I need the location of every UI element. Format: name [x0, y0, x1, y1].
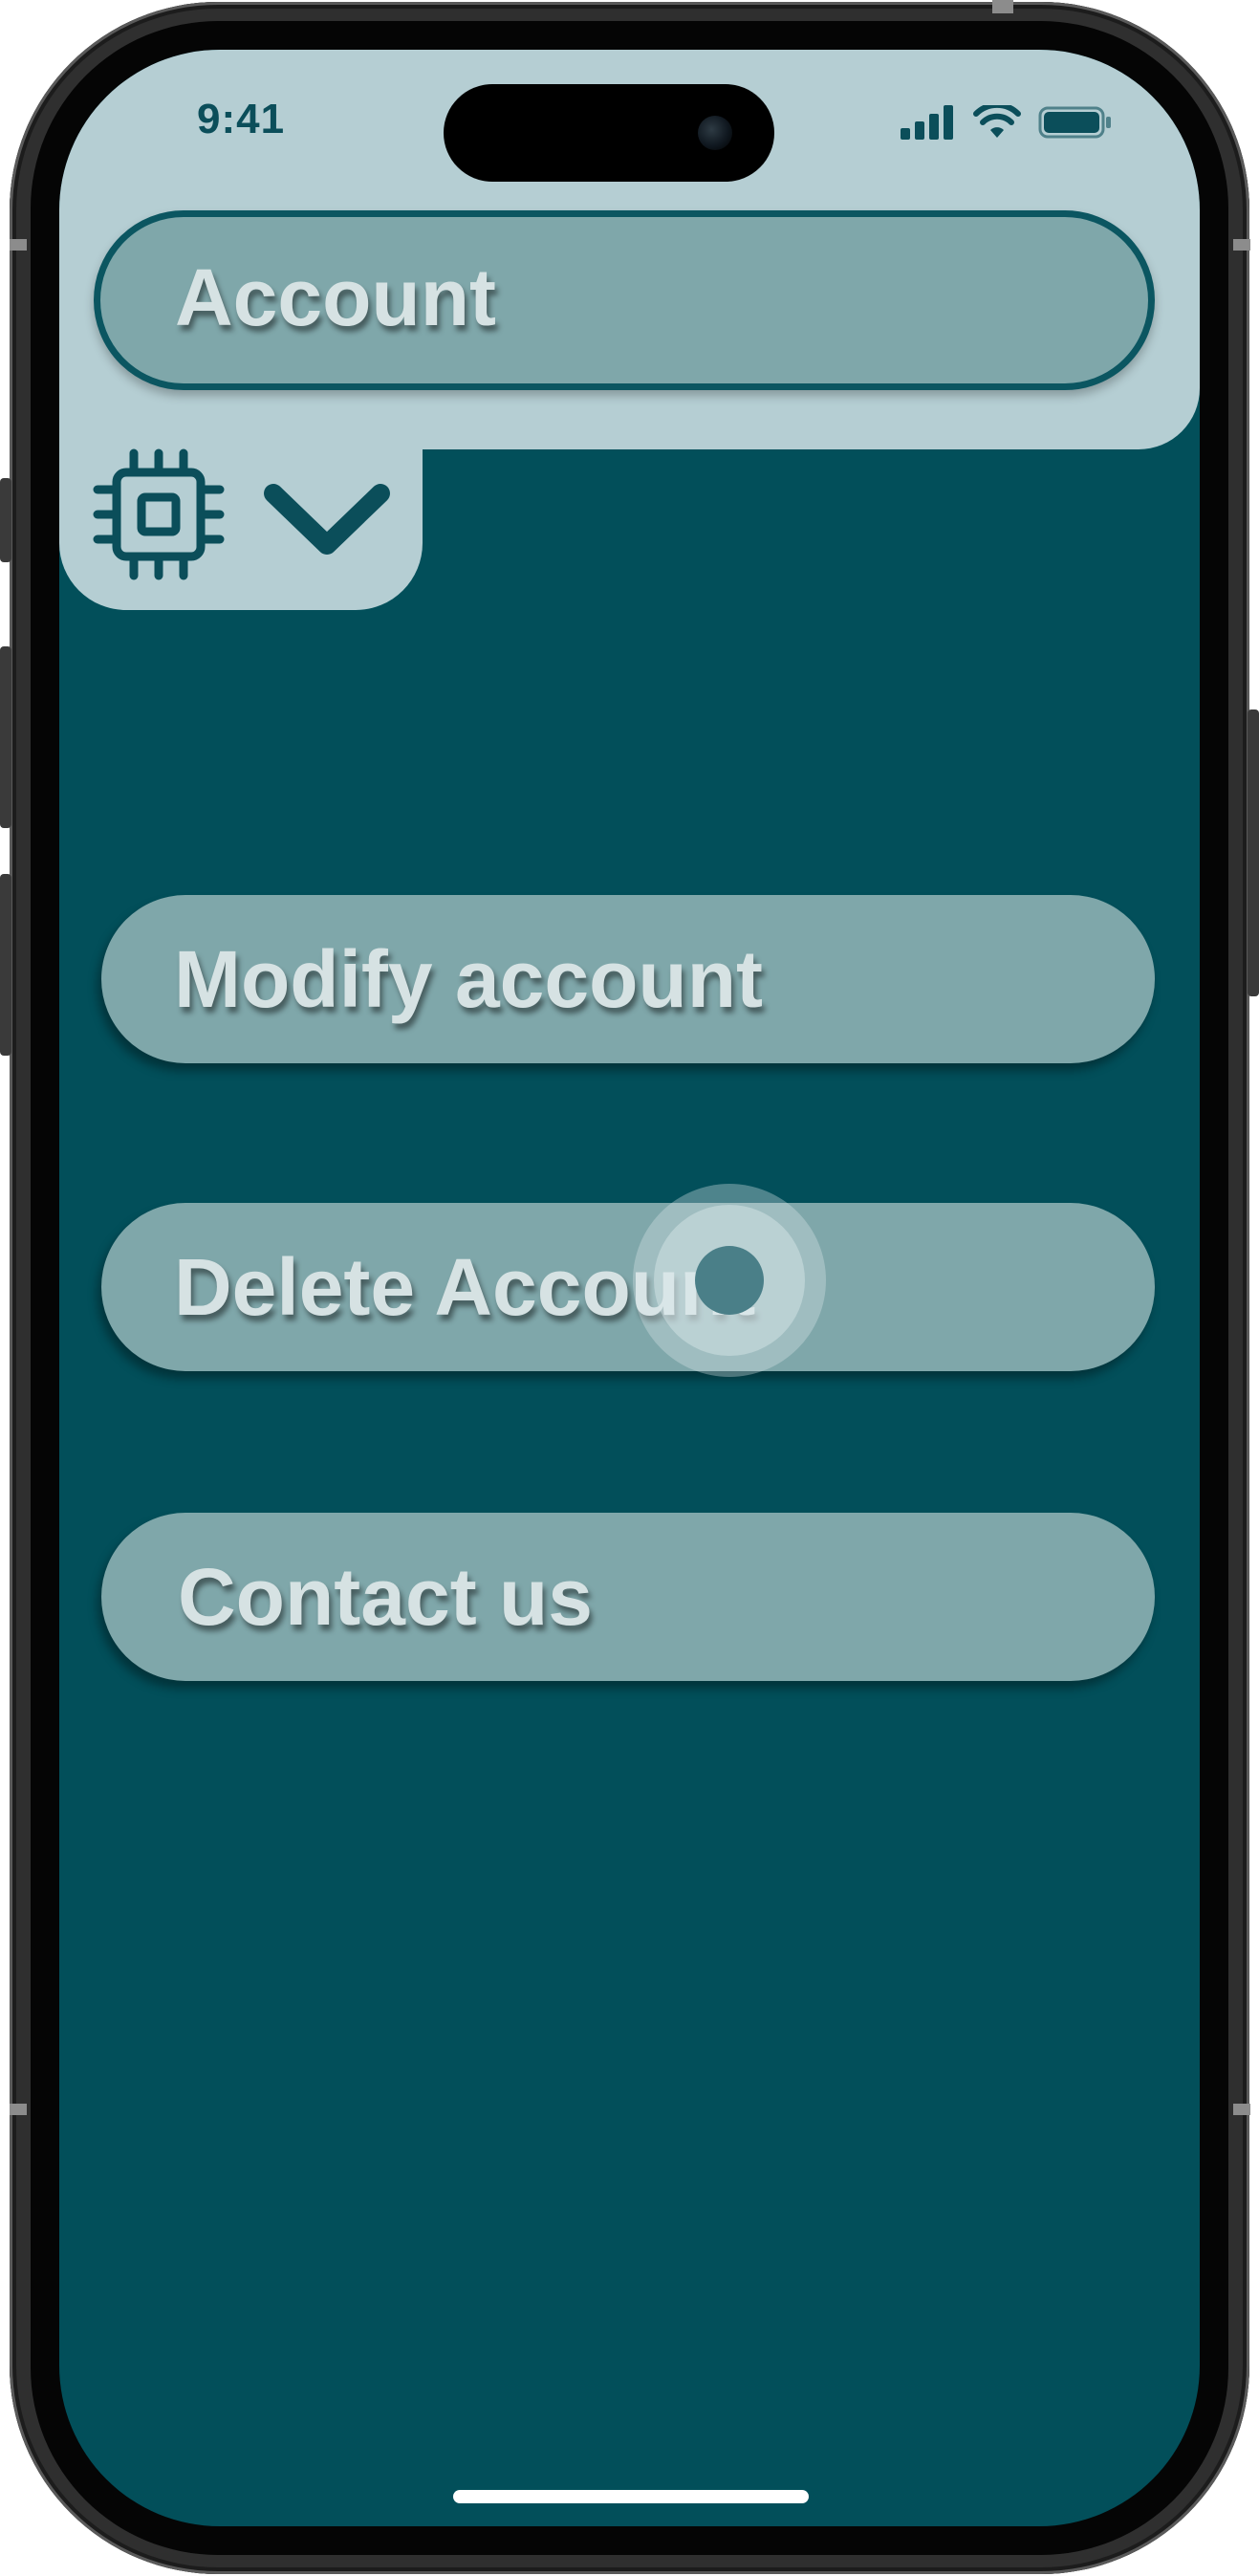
power-button	[1248, 709, 1259, 996]
battery-icon	[1038, 106, 1111, 139]
home-indicator[interactable]	[453, 2490, 809, 2503]
modify-account-button[interactable]: Modify account	[101, 895, 1155, 1063]
antenna-line	[1233, 2104, 1250, 2115]
volume-up-button	[0, 646, 11, 828]
volume-down-button	[0, 874, 11, 1056]
signal-icon	[901, 105, 953, 140]
status-icons	[901, 103, 1113, 142]
status-time: 9:41	[197, 96, 286, 142]
delete-account-button[interactable]: Delete Account	[101, 1203, 1155, 1371]
page-title: Account	[175, 252, 496, 342]
chip-icon[interactable]	[92, 448, 226, 581]
antenna-line	[10, 239, 27, 251]
touch-indicator-dot	[695, 1246, 764, 1315]
dynamic-island	[444, 84, 774, 182]
app-screen: 9:41 Account Modify account Delete Accou…	[59, 50, 1200, 2526]
account-header: Account	[94, 210, 1155, 390]
antenna-line	[992, 0, 1013, 13]
chevron-down-icon[interactable]	[250, 467, 403, 581]
antenna-line	[10, 2104, 27, 2115]
touch-indicator	[633, 1184, 826, 1377]
contact-us-label: Contact us	[178, 1552, 594, 1642]
antenna-line	[1233, 239, 1250, 251]
camera-icon	[698, 116, 732, 150]
contact-us-button[interactable]: Contact us	[101, 1513, 1155, 1681]
action-button	[0, 478, 11, 562]
wifi-icon	[973, 105, 1021, 138]
modify-account-label: Modify account	[174, 934, 764, 1024]
